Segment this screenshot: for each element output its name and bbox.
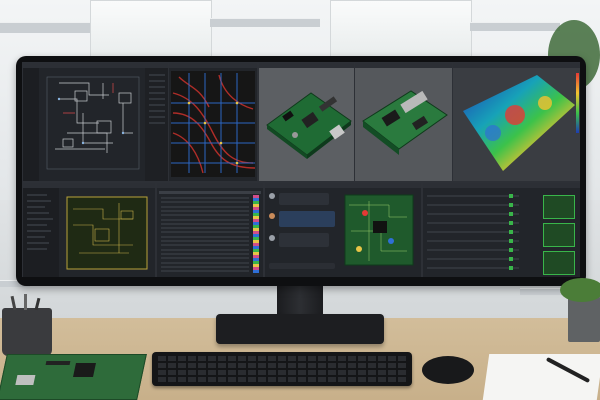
component-list[interactable] — [145, 68, 169, 181]
table-row[interactable] — [161, 231, 249, 234]
3d-pcb-model-iso — [362, 90, 448, 155]
potted-plant-icon — [560, 278, 600, 342]
shelf — [0, 22, 90, 33]
comment-bubble[interactable] — [279, 193, 329, 205]
plant-leaves — [560, 278, 600, 302]
check-icon — [509, 212, 513, 216]
panel-toolbar — [423, 183, 580, 188]
pen-icon — [24, 294, 27, 310]
table-row[interactable] — [161, 209, 249, 212]
pcb-thumbnail[interactable] — [543, 223, 575, 247]
table-row[interactable] — [161, 222, 249, 225]
heat-scale-legend — [576, 73, 579, 133]
comment-bubble[interactable] — [279, 211, 335, 227]
monitor-screen — [22, 62, 580, 277]
avatar — [269, 213, 275, 219]
pcb-layout-panel[interactable] — [168, 62, 258, 182]
pcb-thumbnail[interactable] — [543, 195, 575, 219]
table-row[interactable] — [161, 214, 249, 217]
pcb-thumbnail[interactable] — [543, 251, 575, 275]
check-icon — [509, 266, 513, 270]
monitor-stand — [277, 286, 323, 316]
schematic-editor-panel[interactable] — [22, 62, 170, 182]
check-icon — [509, 221, 513, 225]
pcb-routing-panel[interactable] — [22, 182, 156, 277]
list-item[interactable] — [427, 222, 519, 224]
pen-holder-icon — [2, 294, 52, 356]
table-row[interactable] — [161, 201, 249, 204]
window — [90, 0, 212, 57]
table-row[interactable] — [161, 261, 249, 264]
table-row[interactable] — [161, 270, 249, 273]
check-icon — [509, 194, 513, 198]
circuit-board-icon — [0, 354, 147, 400]
table-row[interactable] — [161, 197, 249, 199]
connector — [15, 375, 36, 385]
list-item[interactable] — [427, 195, 519, 197]
table-row[interactable] — [161, 244, 249, 247]
check-icon — [509, 257, 513, 261]
table-row[interactable] — [161, 265, 249, 268]
3d-board-iso-panel[interactable] — [354, 62, 454, 182]
3d-pcb-model — [266, 92, 352, 159]
list-item[interactable] — [427, 240, 519, 242]
annotated-pcb-view — [344, 194, 414, 266]
list-item[interactable] — [427, 258, 519, 260]
avatar — [269, 235, 275, 241]
check-icon — [509, 239, 513, 243]
bom-table-panel[interactable] — [156, 182, 264, 277]
pcb-board-view — [66, 196, 148, 270]
thermal-heatmap — [463, 75, 575, 171]
3d-board-view-panel[interactable] — [258, 62, 356, 182]
list-item[interactable] — [427, 267, 519, 269]
table-row[interactable] — [161, 252, 249, 255]
design-review-panel[interactable] — [264, 182, 422, 277]
list-item[interactable] — [427, 204, 519, 206]
list-item[interactable] — [427, 213, 519, 215]
thermal-analysis-panel[interactable] — [452, 62, 580, 182]
comment-bubble[interactable] — [279, 233, 329, 247]
status-checklist-panel[interactable] — [422, 182, 580, 277]
list-item[interactable] — [427, 231, 519, 233]
table-row[interactable] — [161, 248, 249, 251]
table-row[interactable] — [161, 218, 249, 221]
check-icon — [509, 230, 513, 234]
chip — [73, 363, 96, 377]
list-item[interactable] — [427, 249, 519, 251]
header-pins — [45, 361, 71, 365]
layer-tree[interactable] — [23, 188, 59, 277]
table-row[interactable] — [161, 257, 249, 260]
table-row[interactable] — [161, 227, 249, 230]
table-header — [159, 191, 261, 194]
panel-toolbar — [157, 183, 263, 188]
window — [330, 0, 472, 57]
shelf — [210, 18, 320, 27]
comment-input[interactable] — [269, 263, 335, 269]
check-icon — [509, 203, 513, 207]
shelf — [470, 22, 560, 31]
table-row[interactable] — [161, 205, 249, 208]
panel-toolbar — [265, 183, 421, 188]
avatar — [269, 193, 275, 199]
table-row[interactable] — [161, 240, 249, 242]
table-row[interactable] — [161, 235, 249, 238]
net-color-column — [253, 195, 259, 273]
check-icon — [509, 248, 513, 252]
mouse-icon — [422, 356, 474, 384]
pcb-routing-canvas — [171, 71, 256, 177]
keyboard-icon — [152, 352, 412, 386]
monitor-stand-base — [216, 314, 384, 344]
